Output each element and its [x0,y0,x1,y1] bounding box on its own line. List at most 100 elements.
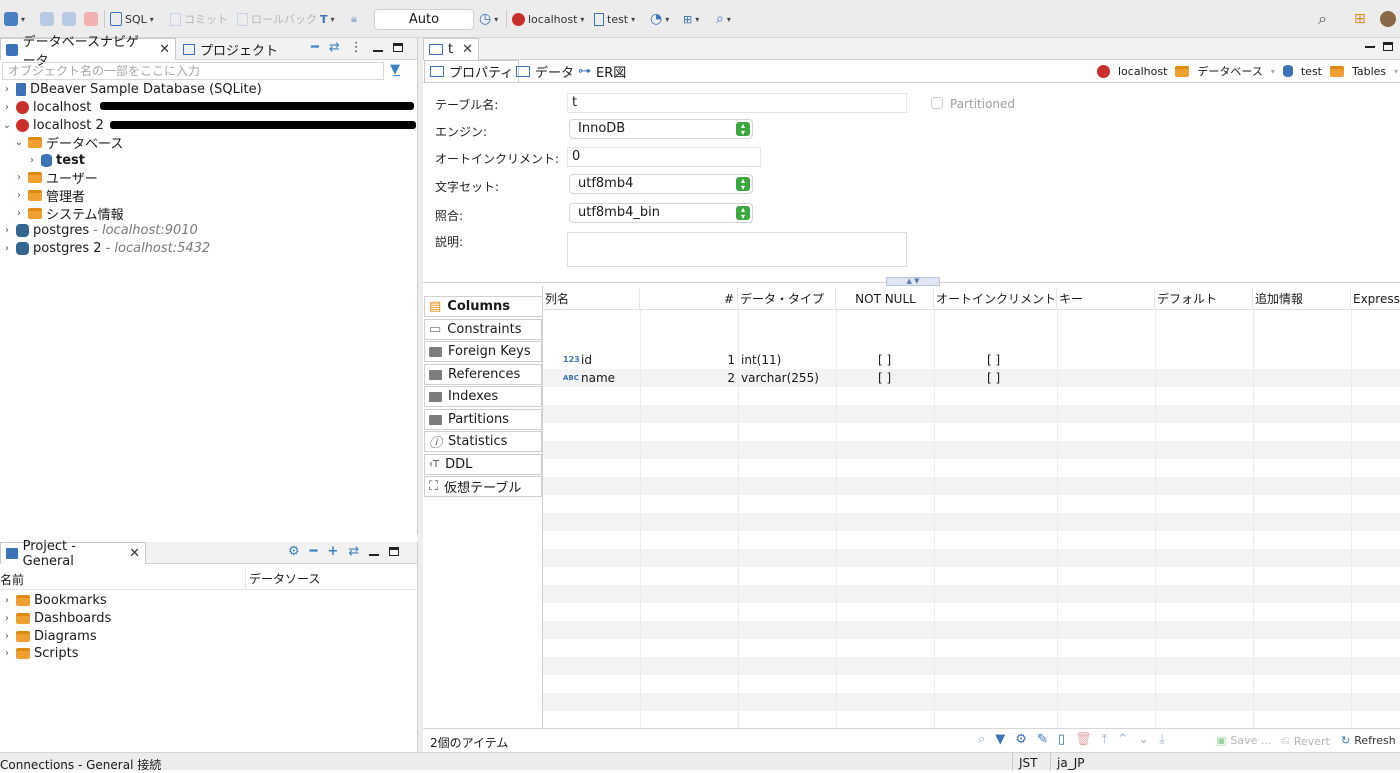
collapse-all-icon[interactable]: ━ [310,544,318,559]
project-item-dashboards[interactable]: › Dashboards [2,609,111,627]
add-column-icon[interactable]: ▯ [1058,732,1065,747]
sidetab-indexes[interactable]: Indexes [424,386,542,407]
column-header-expression[interactable]: Express [1351,288,1400,310]
project-item-bookmarks[interactable]: › Bookmarks [2,591,107,609]
engine-select[interactable]: InnoDB ▴ ▾ [569,119,753,139]
gear-icon[interactable]: ⚙ [288,544,300,559]
commit-button[interactable]: コミット [170,8,228,30]
sidetab-partitions[interactable]: Partitions [424,409,542,430]
tree-item-users[interactable]: › ユーザー [14,168,98,187]
filter-icon[interactable]: ▼ [995,732,1005,747]
column-header-extra[interactable]: 追加情報 [1253,288,1351,310]
dbeaver-perspective-button[interactable] [1380,8,1396,30]
minimize-icon[interactable] [372,49,383,52]
refresh-button[interactable]: ↻ Refresh [1341,734,1396,747]
close-icon[interactable]: ✕ [462,42,473,57]
sidetab-constraints[interactable]: ▭ Constraints [424,319,542,340]
chevron-down-icon[interactable]: ⌄ [14,137,24,148]
perspective-button[interactable]: ⊞ [1354,8,1366,30]
table-row[interactable]: 123 id 1 int(11) [ ] [ ] [543,351,1400,369]
column-header-autoincrement[interactable]: オートインクリメント [934,288,1057,310]
save-button[interactable]: ▣ Save ... [1216,734,1271,747]
chevron-right-icon[interactable]: › [2,631,12,642]
cell-notnull-checkbox[interactable]: [ ] [878,369,891,387]
cell-autoincrement-checkbox[interactable]: [ ] [987,369,1000,387]
description-input[interactable] [567,232,907,267]
column-header-position[interactable]: # [640,288,738,310]
chevron-right-icon[interactable]: › [2,102,12,113]
disconnect-all-button[interactable] [84,8,98,30]
maximize-icon[interactable] [392,43,403,52]
link-editor-icon[interactable]: ⇄ [348,544,359,559]
column-header-datasource[interactable]: データソース [245,568,320,590]
project-item-diagrams[interactable]: › Diagrams [2,627,97,645]
collation-select[interactable]: utf8mb4_bin ▴ ▾ [569,203,753,223]
column-header-default[interactable]: デフォルト [1155,288,1253,310]
charset-select[interactable]: utf8mb4 ▴ ▾ [569,174,753,194]
sidetab-references[interactable]: References [424,364,542,385]
close-icon[interactable]: ✕ [129,546,140,561]
add-icon[interactable]: + [327,544,338,559]
active-schema-selector[interactable]: test ▾ [594,8,635,30]
maximize-icon[interactable] [389,547,400,556]
column-header-key[interactable]: キー [1057,288,1155,310]
chevron-right-icon[interactable]: › [27,155,37,166]
tree-item-test[interactable]: › test [27,151,85,169]
sql-editor-button[interactable]: SQL ▾ [110,8,154,30]
cell-autoincrement-checkbox[interactable]: [ ] [987,351,1000,369]
column-header-name[interactable]: 名前 [0,571,24,588]
tab-database-navigator[interactable]: データベースナビゲータ ✕ [0,35,176,69]
tree-item-postgres[interactable]: › postgres - localhost:9010 [2,221,198,239]
transaction-mode-button[interactable]: T ▾ [320,8,335,30]
column-header-notnull[interactable]: NOT NULL [836,288,934,310]
sidetab-foreign-keys[interactable]: Foreign Keys [424,341,542,362]
view-menu-icon[interactable]: ⋮ [350,40,363,55]
tab-project-general[interactable]: Project - General ✕ [0,539,146,569]
sidetab-columns[interactable]: ▤ Columns [424,296,542,317]
minimize-icon[interactable] [369,553,380,556]
chevron-right-icon[interactable]: › [2,225,12,236]
partitioned-checkbox[interactable] [931,97,943,109]
filter-icon[interactable]: ▼̲ [390,62,400,77]
move-up-icon[interactable]: ⌃ [1117,732,1128,747]
chevron-right-icon[interactable]: › [14,208,24,219]
new-connection-button[interactable]: ▾ [4,8,25,30]
tree-item-sample-db[interactable]: › DBeaver Sample Database (SQLite) [2,80,262,98]
tree-item-admins[interactable]: › 管理者 [14,186,85,205]
cell-notnull-checkbox[interactable]: [ ] [878,351,891,369]
breadcrumb-database[interactable]: データベース [1197,63,1262,79]
chevron-right-icon[interactable]: › [2,613,12,624]
move-bottom-icon[interactable]: ⤓ [1159,732,1165,747]
search-icon[interactable]: ⌕ [978,732,985,747]
network-button[interactable]: ⊞ ▾ [683,8,699,30]
column-header-datatype[interactable]: データ・タイプ [738,288,836,310]
delete-icon[interactable]: 🗑︎ [1075,732,1092,747]
breadcrumb-tables[interactable]: Tables [1352,65,1386,78]
panel-splitter[interactable] [418,38,423,752]
chevron-right-icon[interactable]: › [2,595,12,606]
tree-item-postgres2[interactable]: › postgres 2 - localhost:5432 [2,239,210,257]
chevron-right-icon[interactable]: › [2,243,12,254]
tree-item-localhost2[interactable]: ⌄ localhost 2 [2,116,104,134]
dashboard-button[interactable]: ◔ ▾ [650,8,669,30]
transaction-mode-field[interactable]: Auto [374,9,474,30]
lock-button[interactable]: 🔒︎ [351,8,357,30]
breadcrumb-schema[interactable]: test [1301,65,1322,78]
tab-er-diagram[interactable]: ⊶ ER図 [573,60,631,82]
column-header-name[interactable]: 列名 [543,288,640,310]
close-icon[interactable]: ✕ [159,42,170,57]
chevron-right-icon[interactable]: › [2,648,12,659]
revert-button[interactable]: ⎌ Revert [1281,734,1330,748]
edit-icon[interactable]: ✎ [1037,732,1048,747]
sidetab-statistics[interactable]: ⓘ Statistics [424,431,542,452]
link-editor-icon[interactable]: ⇄ [329,40,340,55]
gear-icon[interactable]: ⚙ [1015,732,1027,747]
move-top-icon[interactable]: ⤒ [1102,732,1108,747]
chevron-right-icon[interactable]: › [2,84,12,95]
maximize-icon[interactable] [1383,42,1393,51]
auto-increment-input[interactable]: 0 [567,147,761,167]
sidetab-virtual-table[interactable]: ⛶ 仮想テーブル [424,476,542,497]
rollback-button[interactable]: ロールバック [237,8,317,30]
splitter-toggle[interactable]: ▲ ▼ [886,277,940,286]
connect-button[interactable] [40,8,54,30]
